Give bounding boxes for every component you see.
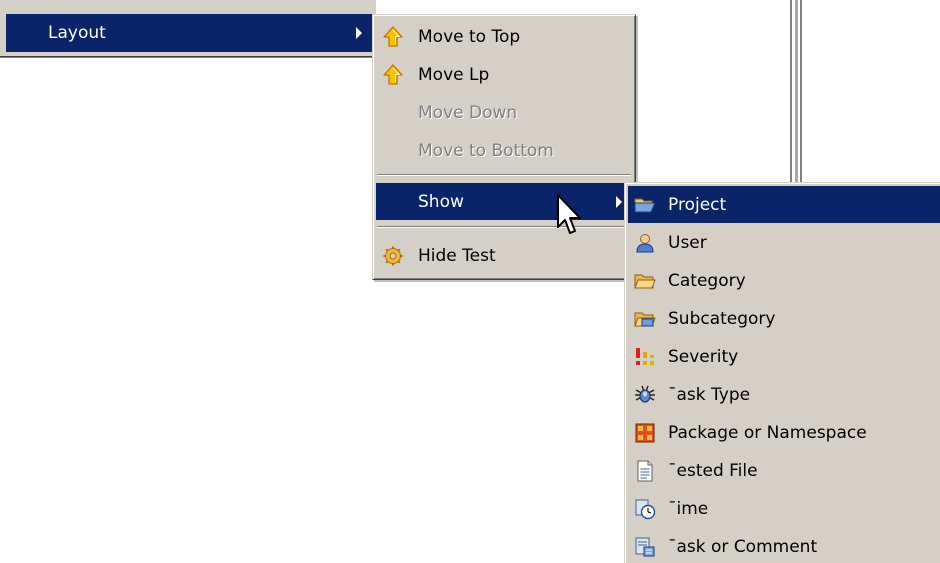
menu-item-label: ¯ime — [668, 498, 709, 519]
background-splitter[interactable] — [788, 0, 804, 184]
folder-open-icon — [634, 198, 656, 212]
menu-item-category[interactable]: Category — [628, 262, 940, 299]
submenu-arrow-icon — [356, 27, 362, 39]
screen: Layout Move to Top Move Lp Move Down Mov… — [0, 0, 940, 563]
splitter-line — [795, 0, 798, 184]
show-submenu: Project User Category Subcategory Severi… — [624, 182, 940, 563]
menu-item-layout[interactable]: Layout — [6, 14, 372, 52]
menu-item-user[interactable]: User — [628, 224, 940, 261]
menu-item-show[interactable]: Show — [376, 183, 632, 220]
menu-item-label: Package or Namespace — [668, 422, 867, 443]
menu-item-hide-test[interactable]: Hide Test — [376, 237, 632, 274]
menu-item-label: ¯ested File — [668, 460, 758, 481]
comment-icon — [635, 537, 655, 556]
menu-item-label: Move to Top — [418, 26, 521, 47]
bug-icon — [635, 385, 655, 402]
splitter-line — [790, 0, 792, 184]
menu-item-subcategory[interactable]: Subcategory — [628, 300, 940, 337]
menu-item-package-or-namespace[interactable]: Package or Namespace — [628, 414, 940, 451]
menu-item-label: ¯ask Type — [668, 384, 751, 405]
menu-separator — [377, 174, 631, 176]
submenu-arrow-icon — [616, 195, 622, 208]
menu-item-label: Hide Test — [418, 245, 496, 266]
splitter-line — [800, 0, 802, 184]
menu-item-label: ¯ask or Comment — [668, 536, 818, 557]
menu-item-time[interactable]: ¯ime — [628, 490, 940, 527]
mouse-pointer-icon — [557, 194, 581, 234]
menu-item-label: Move to Bottom — [418, 140, 554, 161]
menu-item-task-or-comment[interactable]: ¯ask or Comment — [628, 528, 940, 563]
menu-item-label: Severity — [668, 346, 739, 367]
menu-item-move-up[interactable]: Move Lp — [376, 56, 632, 93]
menu-item-move-down: Move Down — [376, 94, 632, 131]
menu-item-move-to-top[interactable]: Move to Top — [376, 18, 632, 55]
user-icon — [636, 233, 654, 252]
gear-icon — [383, 246, 403, 265]
up-arrow-icon — [383, 63, 403, 85]
menu-item-severity[interactable]: Severity — [628, 338, 940, 375]
menu-item-label: Move Lp — [418, 64, 490, 85]
menu-item-label: Move Down — [418, 102, 518, 123]
menu-item-label: Layout — [48, 23, 106, 43]
parent-context-menu: Layout — [0, 0, 376, 57]
layout-submenu: Move to Top Move Lp Move Down Move to Bo… — [372, 14, 636, 280]
menu-item-task-type[interactable]: ¯ask Type — [628, 376, 940, 413]
menu-item-tested-file[interactable]: ¯ested File — [628, 452, 940, 489]
clock-icon — [635, 499, 656, 519]
file-icon — [637, 460, 653, 481]
menu-item-project[interactable]: Project — [628, 186, 940, 223]
subfolder-icon — [634, 312, 656, 326]
menu-separator — [377, 226, 631, 228]
menu-item-label: Subcategory — [668, 308, 776, 329]
menu-item-move-to-bottom: Move to Bottom — [376, 132, 632, 169]
up-arrow-icon — [383, 25, 403, 47]
menu-item-label: Project — [668, 194, 727, 215]
menu-item-label: Category — [668, 270, 746, 291]
menu-item-label: Show — [418, 191, 464, 212]
menu-edge — [0, 0, 376, 10]
severity-icon — [636, 347, 654, 365]
folder-icon — [634, 274, 656, 288]
package-icon — [635, 423, 655, 442]
menu-item-label: User — [668, 232, 707, 253]
